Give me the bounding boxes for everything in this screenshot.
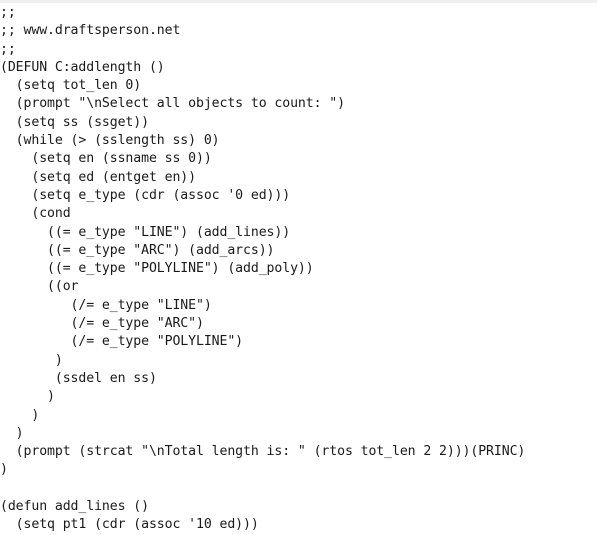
code-line: ) [0, 352, 63, 368]
code-line: (setq tot_len 0) [0, 78, 142, 94]
code-line: (ssdel en ss) [0, 370, 157, 386]
code-line: ) [0, 407, 40, 423]
code-line: (prompt (strcat "\nTotal length is: " (r… [0, 444, 526, 460]
code-line: ) [0, 389, 55, 405]
code-line: (defun add_lines () [0, 499, 149, 515]
code-line: (DEFUN C:addlength () [0, 59, 165, 75]
code-line: (/= e_type "POLYLINE") [0, 334, 244, 350]
code-line: ;; [0, 5, 16, 20]
code-line: (cond [0, 206, 71, 222]
code-line: (while (> (sslength ss) 0) [0, 133, 220, 149]
code-line: ) [0, 425, 24, 441]
code-line: (setq en (ssname ss 0)) [0, 151, 212, 167]
code-editor[interactable]: ;; ;; www.draftsperson.net;; (DEFUN C:addl… [0, 4, 525, 535]
code-line: (/= e_type "LINE") [0, 297, 212, 313]
code-line: ((or [0, 279, 79, 295]
code-line: (setq ss (ssget)) [0, 114, 149, 130]
code-line: (setq pt1 (cdr (assoc '10 ed))) [0, 517, 259, 533]
code-line: (setq ed (entget en)) [0, 169, 196, 185]
code-line: ;; www.draftsperson.net [0, 23, 181, 39]
code-line: ((= e_type "ARC") (add_arcs)) [0, 242, 275, 258]
top-border-strip [0, 0, 597, 3]
code-line: (prompt "\nSelect all objects to count: … [0, 96, 345, 112]
code-line: ((= e_type "POLYLINE") (add_poly)) [0, 261, 314, 277]
code-line: ;; [0, 41, 16, 57]
code-line: ((= e_type "LINE") (add_lines)) [0, 224, 291, 240]
code-line: (/= e_type "ARC") [0, 316, 204, 332]
code-line: (setq e_type (cdr (assoc '0 ed))) [0, 187, 291, 203]
code-line: ) [0, 462, 8, 478]
